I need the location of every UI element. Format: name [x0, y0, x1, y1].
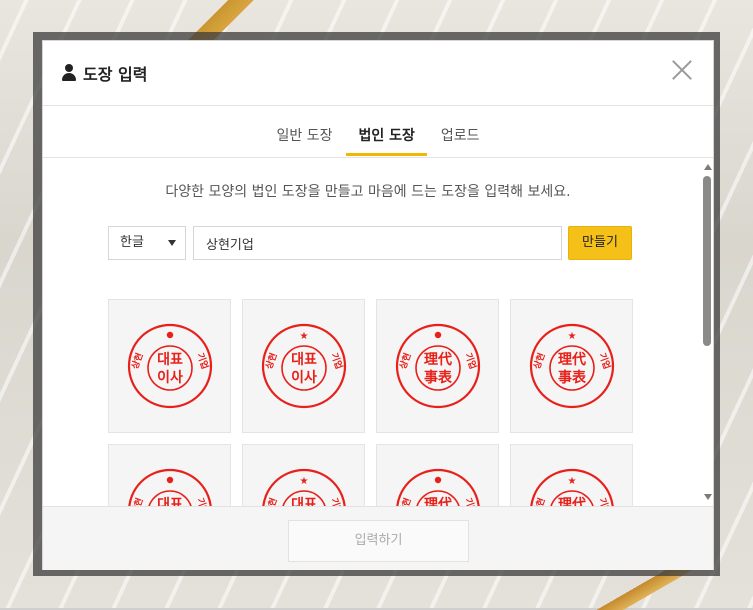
make-button[interactable]: 만들기 [568, 226, 632, 260]
stamp-center-bottom: 이사 [157, 369, 183, 386]
tab-upload[interactable]: 업로드 [439, 105, 482, 156]
stamp-star-mark: ★ [568, 476, 577, 487]
dialog-content: 다양한 모양의 법인 도장을 만들고 마음에 드는 도장을 입력해 보세요. 한… [43, 158, 713, 506]
stamp-image: 대표상현기업 [128, 468, 212, 506]
stamp-dot-mark [166, 476, 174, 484]
stamp-center-top: 理代 [558, 351, 586, 368]
stamp-center-top: 대표 [291, 497, 317, 506]
stamp-image: ★대표상현기업 [262, 468, 346, 506]
stamp-option[interactable]: ★理代상현기업 [510, 444, 633, 506]
stamp-star-mark: ★ [300, 476, 309, 487]
stamp-option[interactable]: ★대표상현기업 [242, 444, 365, 506]
stamp-option[interactable]: ★ 理代 事表 상현 기업 [510, 299, 633, 433]
tab-general-stamp[interactable]: 일반 도장 [274, 105, 334, 156]
user-icon [61, 64, 77, 82]
stamp-center-bottom: 事表 [424, 369, 453, 386]
stamp-star-mark: ★ [568, 331, 577, 342]
stamp-image: ★대표이사상현 기업 [261, 323, 347, 409]
stamp-image: ★理代事表상현 기업 [529, 323, 615, 409]
dialog-title: 도장 입력 [83, 65, 148, 84]
close-icon[interactable] [671, 59, 693, 81]
stamp-center-bottom: 이사 [291, 369, 317, 386]
stamp-center-top: 理代 [558, 496, 586, 506]
company-name-input[interactable] [193, 226, 562, 260]
scrollbar[interactable] [702, 158, 714, 506]
stamp-dot-mark [166, 331, 174, 339]
stamp-option[interactable]: 대표상현기업 [108, 444, 231, 506]
stamp-option[interactable]: ★ 대표 이사 상현 기업 [242, 299, 365, 433]
stamp-star-mark: ★ [300, 331, 309, 342]
description-text: 다양한 모양의 법인 도장을 만들고 마음에 드는 도장을 입력해 보세요. [165, 184, 571, 200]
stamp-center-top: 理代 [424, 351, 452, 368]
stamp-image: 대표이사상현 기업 [127, 323, 213, 409]
stamp-center-bottom: 事表 [558, 369, 587, 386]
stamp-input-dialog: 도장 입력 일반 도장 법인 도장 업로드 다양한 모양의 법인 도장을 만들고… [42, 40, 714, 570]
stamp-dot-mark [434, 476, 442, 484]
dialog-footer: 입력하기 [43, 506, 713, 570]
tab-corporate-stamp[interactable]: 법인 도장 [346, 105, 428, 156]
stamp-center-top: 대표 [157, 352, 183, 368]
dialog-header: 도장 입력 [43, 41, 713, 106]
stamp-image: 理代상현기업 [396, 468, 480, 506]
stamp-option[interactable]: 理代상현기업 [376, 444, 499, 506]
stamp-center-top: 理代 [424, 496, 452, 506]
scroll-up-icon[interactable] [704, 164, 712, 170]
language-select[interactable]: 한글 [108, 226, 186, 260]
stamp-image: ★理代상현기업 [530, 468, 614, 506]
stamp-center-top: 대표 [291, 352, 317, 368]
tab-bar: 일반 도장 법인 도장 업로드 [43, 105, 713, 158]
scroll-thumb[interactable] [703, 176, 711, 346]
language-select-value: 한글 [120, 235, 144, 250]
submit-button[interactable]: 입력하기 [288, 520, 469, 562]
stamp-image: 理代事表상현 기업 [395, 323, 481, 409]
chevron-down-icon [168, 240, 176, 246]
stamp-center-top: 대표 [157, 497, 183, 506]
stamp-option[interactable]: 대표 이사 상현 기업 [108, 299, 231, 433]
stamp-option[interactable]: 理代 事表 상현 기업 [376, 299, 499, 433]
dialog-title-group: 도장 입력 [61, 61, 147, 85]
stamp-dot-mark [434, 331, 442, 339]
scroll-down-icon[interactable] [704, 494, 712, 500]
